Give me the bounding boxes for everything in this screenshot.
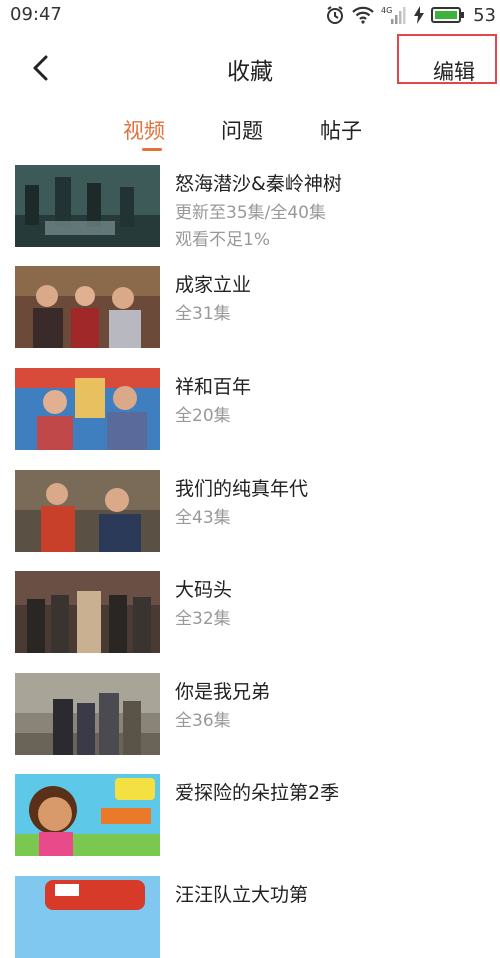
video-item[interactable]: 我们的纯真年代 全43集 bbox=[0, 470, 500, 552]
nav-bar: 收藏 编辑 bbox=[0, 30, 500, 105]
alarm-icon bbox=[325, 5, 345, 25]
video-thumbnail bbox=[15, 368, 160, 450]
video-item[interactable]: 怒海潜沙&秦岭神树 更新至35集/全40集 观看不足1% bbox=[0, 165, 500, 250]
video-item[interactable]: 成家立业 全31集 bbox=[0, 266, 500, 348]
network-type-label: 4G bbox=[381, 6, 392, 15]
category-tabs: 视频 问题 帖子 bbox=[0, 105, 500, 155]
video-episodes: 全32集 bbox=[175, 609, 231, 629]
watch-progress: 观看不足1% bbox=[175, 230, 270, 250]
tab-questions[interactable]: 问题 bbox=[221, 115, 263, 145]
video-episodes: 全36集 bbox=[175, 711, 231, 731]
video-item[interactable]: 爱探险的朵拉第2季 bbox=[0, 774, 500, 856]
video-episodes: 全43集 bbox=[175, 508, 231, 528]
video-title: 我们的纯真年代 bbox=[175, 478, 309, 500]
video-title: 成家立业 bbox=[175, 274, 252, 296]
video-thumbnail bbox=[15, 165, 160, 247]
video-title: 爱探险的朵拉第2季 bbox=[175, 782, 340, 804]
video-title: 怒海潜沙&秦岭神树 bbox=[175, 173, 342, 195]
battery-level: 53 bbox=[473, 4, 496, 26]
edit-button-label: 编辑 bbox=[433, 60, 475, 84]
tab-posts[interactable]: 帖子 bbox=[320, 115, 362, 145]
video-item[interactable]: 你是我兄弟 全36集 bbox=[0, 673, 500, 755]
status-bar: 09:47 4G 53 bbox=[0, 0, 500, 30]
video-episodes: 更新至35集/全40集 bbox=[175, 203, 326, 223]
battery-icon bbox=[431, 6, 465, 24]
video-thumbnail bbox=[15, 470, 160, 552]
video-episodes: 全20集 bbox=[175, 406, 231, 426]
video-episodes: 全31集 bbox=[175, 304, 231, 324]
edit-button[interactable]: 编辑 bbox=[397, 34, 497, 84]
signal-icon: 4G bbox=[381, 5, 407, 25]
active-tab-indicator bbox=[142, 148, 162, 151]
video-thumbnail bbox=[15, 876, 160, 958]
video-thumbnail bbox=[15, 774, 160, 856]
tab-videos[interactable]: 视频 bbox=[123, 115, 165, 145]
video-thumbnail bbox=[15, 266, 160, 348]
video-title: 大码头 bbox=[175, 579, 233, 601]
video-item[interactable]: 大码头 全32集 bbox=[0, 571, 500, 653]
status-icons: 4G 53 bbox=[325, 4, 496, 26]
video-title: 祥和百年 bbox=[175, 376, 252, 398]
video-item[interactable]: 祥和百年 全20集 bbox=[0, 368, 500, 450]
video-item[interactable]: 汪汪队立大功第 bbox=[0, 876, 500, 958]
charging-icon bbox=[413, 5, 425, 25]
video-thumbnail bbox=[15, 673, 160, 755]
status-time: 09:47 bbox=[10, 4, 62, 25]
video-title: 你是我兄弟 bbox=[175, 681, 271, 703]
wifi-icon bbox=[351, 5, 375, 25]
video-thumbnail bbox=[15, 571, 160, 653]
